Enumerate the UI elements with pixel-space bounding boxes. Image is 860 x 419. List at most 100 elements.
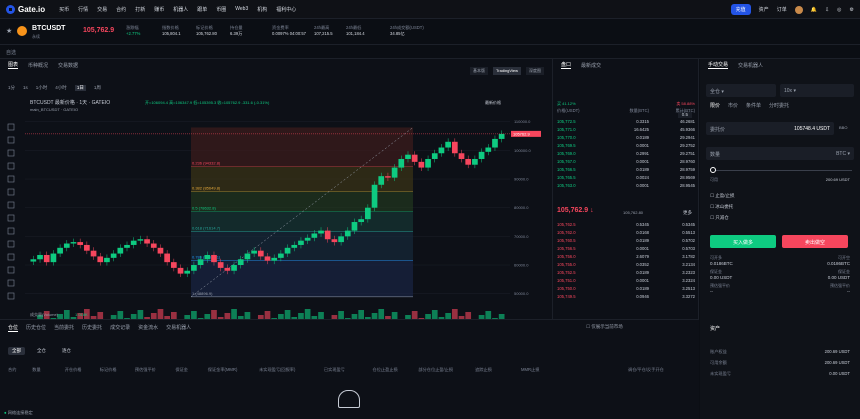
position-tab[interactable]: 历史委托: [82, 324, 102, 332]
order-option-checkbox[interactable]: ☐ 止盈/止损: [710, 193, 735, 199]
margin-mode-select[interactable]: 全仓 ▾: [706, 84, 776, 97]
interval-button[interactable]: 4小时: [55, 85, 67, 91]
position-tab[interactable]: 交易机器人: [166, 324, 191, 332]
orderbook-row[interactable]: 105,750.0 0.0189 3.2513: [557, 286, 695, 294]
interval-button[interactable]: 1周: [94, 85, 101, 91]
nav-item[interactable]: 合约: [116, 6, 126, 13]
position-filter[interactable]: 全部: [8, 347, 25, 355]
nav-item[interactable]: 打新: [135, 6, 145, 13]
orderbook-row[interactable]: 105,769.5 0.0001 29.2752: [557, 143, 695, 151]
orderbook-row[interactable]: 105,762.5 0.5345 0.5345: [557, 222, 695, 230]
nav-orders[interactable]: 订单: [777, 6, 787, 13]
trade-tab[interactable]: 交易机器人: [738, 62, 763, 69]
more-link[interactable]: 更多: [683, 210, 692, 216]
order-option-checkbox[interactable]: ☐ 冰山委托: [710, 204, 733, 210]
trade-tab[interactable]: 手动交易: [708, 61, 729, 69]
orderbook-row[interactable]: 105,751.0 0.0001 3.2324: [557, 278, 695, 286]
interval-button[interactable]: 1s: [23, 85, 28, 91]
favorites-label[interactable]: 自选: [6, 50, 16, 56]
nav-item[interactable]: 跟单: [197, 6, 207, 13]
nav-item[interactable]: 机器人: [173, 6, 188, 13]
avatar[interactable]: [794, 5, 803, 14]
price-chart[interactable]: 110000.0 100000.0 90000.0 80000.0 70000.0 600…: [0, 96, 553, 326]
leverage-select[interactable]: 10x ▾: [780, 84, 854, 97]
drawing-tool-icon[interactable]: [7, 253, 15, 261]
nav-item[interactable]: Web3: [235, 6, 248, 13]
order-type-tab[interactable]: 条件单: [746, 102, 761, 109]
drawing-tool-icon[interactable]: [7, 201, 15, 209]
interval-button[interactable]: 1日: [74, 85, 86, 91]
bell-icon[interactable]: 🔔: [811, 7, 817, 13]
price-type-select[interactable]: 最新价格: [485, 99, 501, 105]
drawing-tool-icon[interactable]: [7, 149, 15, 157]
orderbook-row[interactable]: 105,766.5 0.0189 28.9759: [557, 167, 695, 175]
orderbook-row[interactable]: 105,770.0 0.0189 29.2941: [557, 135, 695, 143]
order-option-checkbox[interactable]: ☐ 只减仓: [710, 215, 729, 221]
position-tab[interactable]: 历史仓位: [26, 324, 46, 332]
orderbook-row[interactable]: 105,769.0 0.2991 29.2751: [557, 151, 695, 159]
drawing-tool-icon[interactable]: [7, 136, 15, 144]
position-tab[interactable]: 当前委托: [54, 324, 74, 332]
position-tab[interactable]: 资金流水: [138, 324, 158, 332]
order-type-tab[interactable]: 市价: [728, 102, 738, 109]
orderbook-row[interactable]: 105,749.5 0.0946 3.3272: [557, 294, 695, 302]
orderbook-row[interactable]: 105,756.0 2.6079 3.1782: [557, 254, 695, 262]
brand-logo[interactable]: Gate.io: [6, 4, 45, 14]
slider-handle[interactable]: [710, 167, 716, 173]
quantity-input[interactable]: 数量 BTC ▾: [706, 147, 854, 160]
orderbook-row[interactable]: 105,763.0 0.0001 28.9545: [557, 183, 695, 191]
settings-icon[interactable]: ⚙: [850, 7, 854, 13]
drawing-tool-icon[interactable]: [7, 175, 15, 183]
chart-tab[interactable]: 图表: [8, 61, 19, 69]
nav-item[interactable]: 币圈: [216, 6, 226, 13]
orderbook-row[interactable]: 105,772.5 0.3315 46.2681: [557, 119, 695, 127]
drawing-tool-icon[interactable]: [7, 162, 15, 170]
nav-item[interactable]: 赚币: [154, 6, 164, 13]
drawing-tool-icon[interactable]: [7, 266, 15, 274]
orderbook-tab[interactable]: 最新成交: [581, 62, 601, 69]
drawing-tool-icon[interactable]: [7, 123, 15, 131]
drawing-tool-icon[interactable]: [7, 240, 15, 248]
price-input[interactable]: 委托价 105748.4 USDT: [706, 122, 834, 135]
orderbook-row[interactable]: 105,762.0 0.0168 0.5513: [557, 230, 695, 238]
drawing-tool-icon[interactable]: [7, 227, 15, 235]
position-filter[interactable]: 全仓: [33, 347, 50, 355]
position-tab[interactable]: 仓位: [8, 324, 19, 332]
order-type-tab[interactable]: 限价: [710, 102, 720, 109]
nav-item[interactable]: 买币: [59, 6, 69, 13]
drawing-tool-icon[interactable]: [7, 214, 15, 222]
order-type-tab[interactable]: 分时委托: [769, 102, 789, 109]
orderbook-row[interactable]: 105,756.5 0.0001 0.5703: [557, 246, 695, 254]
orderbook-row[interactable]: 105,767.0 0.0001 28.9760: [557, 159, 695, 167]
bbo-button[interactable]: BBO: [839, 125, 847, 130]
nav-item[interactable]: 行情: [78, 6, 88, 13]
orderbook-row[interactable]: 105,752.5 0.0189 3.2323: [557, 270, 695, 278]
download-icon[interactable]: ⇩: [825, 7, 829, 13]
chart-view-button[interactable]: TradingView: [492, 67, 521, 75]
nav-item[interactable]: 交易: [97, 6, 107, 13]
pair-name[interactable]: BTCUSDT: [32, 25, 65, 32]
orderbook-tab[interactable]: 盘口: [561, 61, 572, 69]
orderbook-row[interactable]: 105,755.0 0.0352 3.2134: [557, 262, 695, 270]
chart-tab[interactable]: 币种概况: [28, 62, 48, 69]
current-market-checkbox[interactable]: ☐ 仅展示当前市场: [586, 324, 623, 330]
globe-icon[interactable]: ◎: [837, 7, 841, 13]
position-filter[interactable]: 逐仓: [58, 347, 75, 355]
interval-button[interactable]: 1小时: [36, 85, 48, 91]
chart-view-button[interactable]: 基本版: [469, 67, 488, 75]
buy-long-button[interactable]: 买入做多: [710, 235, 776, 248]
drawing-tool-icon[interactable]: [7, 292, 15, 300]
interval-button[interactable]: 1分: [8, 85, 15, 91]
nav-item[interactable]: 福利中心: [276, 6, 296, 13]
drawing-tool-icon[interactable]: [7, 188, 15, 196]
orderbook-row[interactable]: 105,765.5 0.0024 28.9569: [557, 175, 695, 183]
sell-short-button[interactable]: 卖出做空: [782, 235, 848, 248]
chart-tab[interactable]: 交易数据: [58, 62, 78, 69]
nav-assets[interactable]: 资产: [759, 6, 769, 13]
chart-view-button[interactable]: 深度图: [526, 67, 544, 75]
deposit-button[interactable]: 充值: [730, 4, 751, 15]
position-tab[interactable]: 成交记录: [110, 324, 130, 332]
nav-item[interactable]: 机构: [257, 6, 267, 13]
orderbook-row[interactable]: 105,760.5 0.0189 0.5702: [557, 238, 695, 246]
quantity-slider[interactable]: [712, 170, 852, 171]
